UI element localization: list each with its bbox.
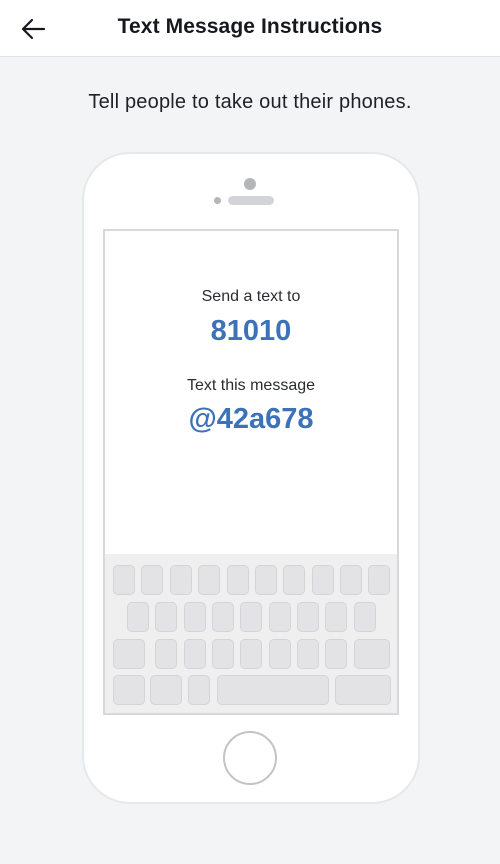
keyboard-key	[155, 602, 177, 632]
keyboard-key	[150, 675, 182, 705]
app-header: Text Message Instructions	[0, 0, 500, 57]
keyboard-key	[297, 639, 319, 669]
keyboard-key	[113, 565, 135, 595]
send-text-label: Send a text to	[201, 288, 301, 305]
keyboard-key	[325, 639, 347, 669]
keyboard-key	[212, 639, 234, 669]
phone-speaker	[228, 196, 274, 205]
keyboard-key	[354, 602, 376, 632]
keyboard-key	[368, 565, 390, 595]
keyboard-key	[227, 565, 249, 595]
keyboard-key	[198, 565, 220, 595]
sms-number: 81010	[210, 315, 292, 347]
keyboard-illustration	[105, 554, 397, 713]
keyboard-key	[141, 565, 163, 595]
keyboard-key	[312, 565, 334, 595]
keyboard-key	[188, 675, 210, 705]
keyboard-key	[184, 639, 206, 669]
keyboard-key	[217, 675, 329, 705]
page-title: Text Message Instructions	[117, 15, 383, 38]
message-code: @42a678	[188, 403, 314, 435]
keyboard-key	[113, 675, 145, 705]
instruction-text: Tell people to take out their phones.	[88, 91, 412, 113]
keyboard-key	[354, 639, 390, 669]
phone-sensor	[214, 197, 221, 204]
phone-screen: Send a text to 81010 Text this message @…	[103, 229, 399, 715]
keyboard-key	[255, 565, 277, 595]
keyboard-key	[127, 602, 149, 632]
keyboard-key	[269, 602, 291, 632]
text-message-label: Text this message	[186, 377, 316, 394]
phone-home-button	[223, 731, 277, 785]
keyboard-key	[335, 675, 391, 705]
keyboard-key	[240, 602, 262, 632]
keyboard-key	[269, 639, 291, 669]
keyboard-key	[340, 565, 362, 595]
keyboard-key	[297, 602, 319, 632]
phone-camera	[244, 178, 256, 190]
keyboard-key	[170, 565, 192, 595]
keyboard-key	[184, 602, 206, 632]
keyboard-key	[325, 602, 347, 632]
keyboard-key	[240, 639, 262, 669]
keyboard-key	[155, 639, 177, 669]
keyboard-key	[212, 602, 234, 632]
keyboard-key	[283, 565, 305, 595]
keyboard-key	[113, 639, 145, 669]
